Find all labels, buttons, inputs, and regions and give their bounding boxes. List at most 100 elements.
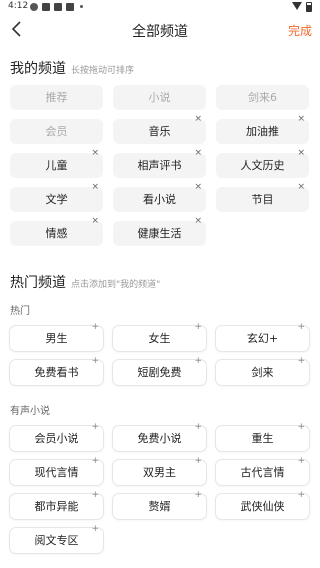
- done-button[interactable]: 完成: [288, 22, 312, 39]
- channel-label: 节目: [251, 193, 274, 206]
- channel-chip[interactable]: 男生 +: [10, 322, 103, 351]
- channel-chip[interactable]: 重生 +: [216, 422, 309, 451]
- add-icon[interactable]: +: [297, 320, 305, 334]
- app-notification-icon: [42, 3, 50, 11]
- channel-label: 武侠仙侠: [240, 500, 285, 513]
- channel-chip[interactable]: 推荐: [10, 85, 103, 110]
- hot-channels-title: 热门频道: [10, 275, 66, 291]
- add-icon[interactable]: +: [91, 420, 99, 434]
- add-icon[interactable]: +: [91, 354, 99, 368]
- add-icon[interactable]: +: [194, 420, 202, 434]
- channel-label: 男生: [45, 332, 68, 345]
- remove-icon[interactable]: ×: [297, 146, 305, 160]
- channel-chip[interactable]: 看小说 ×: [113, 182, 206, 212]
- remove-icon[interactable]: ×: [194, 146, 202, 160]
- remove-icon[interactable]: ×: [91, 214, 99, 228]
- channel-label: 加油推: [246, 125, 279, 138]
- channel-label: 会员小说: [34, 432, 79, 445]
- add-icon[interactable]: +: [91, 454, 99, 468]
- channel-label: 古代言情: [240, 466, 285, 479]
- channel-chip[interactable]: 加油推 ×: [216, 114, 309, 144]
- channel-label: 双男主: [143, 466, 176, 479]
- channel-label: 相声评书: [137, 159, 182, 172]
- my-channels-header: 我的频道 长按拖动可排序: [10, 58, 134, 78]
- add-icon[interactable]: +: [297, 420, 305, 434]
- channel-chip[interactable]: 相声评书 ×: [113, 148, 206, 178]
- channel-label: 人文历史: [240, 159, 285, 172]
- channel-label: 赘婿: [148, 500, 171, 513]
- status-bar: 4:12: [0, 0, 320, 14]
- channel-label: 现代言情: [34, 466, 79, 479]
- group-title: 有声小说: [10, 406, 50, 417]
- channel-label: 都市异能: [34, 500, 79, 513]
- remove-icon[interactable]: ×: [194, 180, 202, 194]
- channel-label: 短剧免费: [137, 366, 182, 379]
- channel-label: 音乐: [148, 125, 171, 138]
- channel-chip[interactable]: 会员: [10, 119, 103, 144]
- add-icon[interactable]: +: [194, 454, 202, 468]
- add-icon[interactable]: +: [91, 488, 99, 502]
- add-icon[interactable]: +: [194, 320, 202, 334]
- channel-label: 文学: [45, 193, 68, 206]
- add-icon[interactable]: +: [297, 488, 305, 502]
- channel-chip[interactable]: 会员小说 +: [10, 422, 103, 451]
- add-icon[interactable]: +: [194, 354, 202, 368]
- channel-chip[interactable]: 免费小说 +: [113, 422, 206, 451]
- app-notification-icon: [54, 3, 62, 11]
- app-notification-icon: [30, 3, 38, 11]
- add-icon[interactable]: +: [297, 354, 305, 368]
- channel-chip[interactable]: 免费看书 +: [10, 356, 103, 385]
- channel-label: 情感: [45, 227, 68, 240]
- remove-icon[interactable]: ×: [297, 180, 305, 194]
- channel-chip[interactable]: 健康生活 ×: [113, 216, 206, 246]
- page-title: 全部频道: [132, 24, 188, 40]
- channel-label: 小说: [148, 91, 171, 104]
- channel-label: 免费看书: [34, 366, 79, 379]
- remove-icon[interactable]: ×: [91, 146, 99, 160]
- channel-label: 女生: [148, 332, 171, 345]
- my-channels-hint: 长按拖动可排序: [71, 66, 135, 76]
- channel-label: 重生: [251, 432, 274, 445]
- remove-icon[interactable]: ×: [194, 214, 202, 228]
- more-notifications-icon: [80, 5, 83, 8]
- hot-channels-header: 热门频道 点击添加到"我的频道": [10, 272, 160, 292]
- channel-label: 阅文专区: [34, 534, 79, 547]
- channel-chip[interactable]: 情感 ×: [10, 216, 103, 246]
- remove-icon[interactable]: ×: [297, 112, 305, 126]
- add-icon[interactable]: +: [194, 488, 202, 502]
- channel-chip[interactable]: 小说: [113, 85, 206, 110]
- group-title: 热门: [10, 306, 30, 317]
- channel-label: 健康生活: [137, 227, 182, 240]
- channel-chip[interactable]: 现代言情 +: [10, 456, 103, 485]
- channel-label: 剑来: [251, 366, 274, 379]
- channel-chip[interactable]: 阅文专区 +: [10, 524, 103, 553]
- channel-chip[interactable]: 女生 +: [113, 322, 206, 351]
- hot-channels-hint: 点击添加到"我的频道": [71, 280, 161, 290]
- channel-chip[interactable]: 人文历史 ×: [216, 148, 309, 178]
- channel-chip[interactable]: 剑来 +: [216, 356, 309, 385]
- channel-label: 剑来6: [248, 91, 277, 104]
- remove-icon[interactable]: ×: [194, 112, 202, 126]
- add-icon[interactable]: +: [297, 454, 305, 468]
- channel-chip[interactable]: 双男主 +: [113, 456, 206, 485]
- channel-chip[interactable]: 赘婿 +: [113, 490, 206, 519]
- add-icon[interactable]: +: [91, 320, 99, 334]
- channel-chip[interactable]: 玄幻+ +: [216, 322, 309, 351]
- remove-icon[interactable]: ×: [91, 180, 99, 194]
- channel-chip[interactable]: 节目 ×: [216, 182, 309, 212]
- channel-chip[interactable]: 武侠仙侠 +: [216, 490, 309, 519]
- channel-chip[interactable]: 古代言情 +: [216, 456, 309, 485]
- channel-chip[interactable]: 文学 ×: [10, 182, 103, 212]
- channel-chip[interactable]: 儿童 ×: [10, 148, 103, 178]
- channel-label: 推荐: [45, 91, 68, 104]
- my-channels-title: 我的频道: [10, 61, 66, 77]
- channel-chip[interactable]: 都市异能 +: [10, 490, 103, 519]
- channel-chip[interactable]: 短剧免费 +: [113, 356, 206, 385]
- app-notification-icon: [66, 3, 74, 11]
- channel-chip[interactable]: 剑来6: [216, 85, 309, 110]
- channel-label: 免费小说: [137, 432, 182, 445]
- channel-label: 会员: [45, 125, 68, 138]
- add-icon[interactable]: +: [91, 522, 99, 536]
- channel-chip[interactable]: 音乐 ×: [113, 114, 206, 144]
- battery-icon: [306, 2, 312, 12]
